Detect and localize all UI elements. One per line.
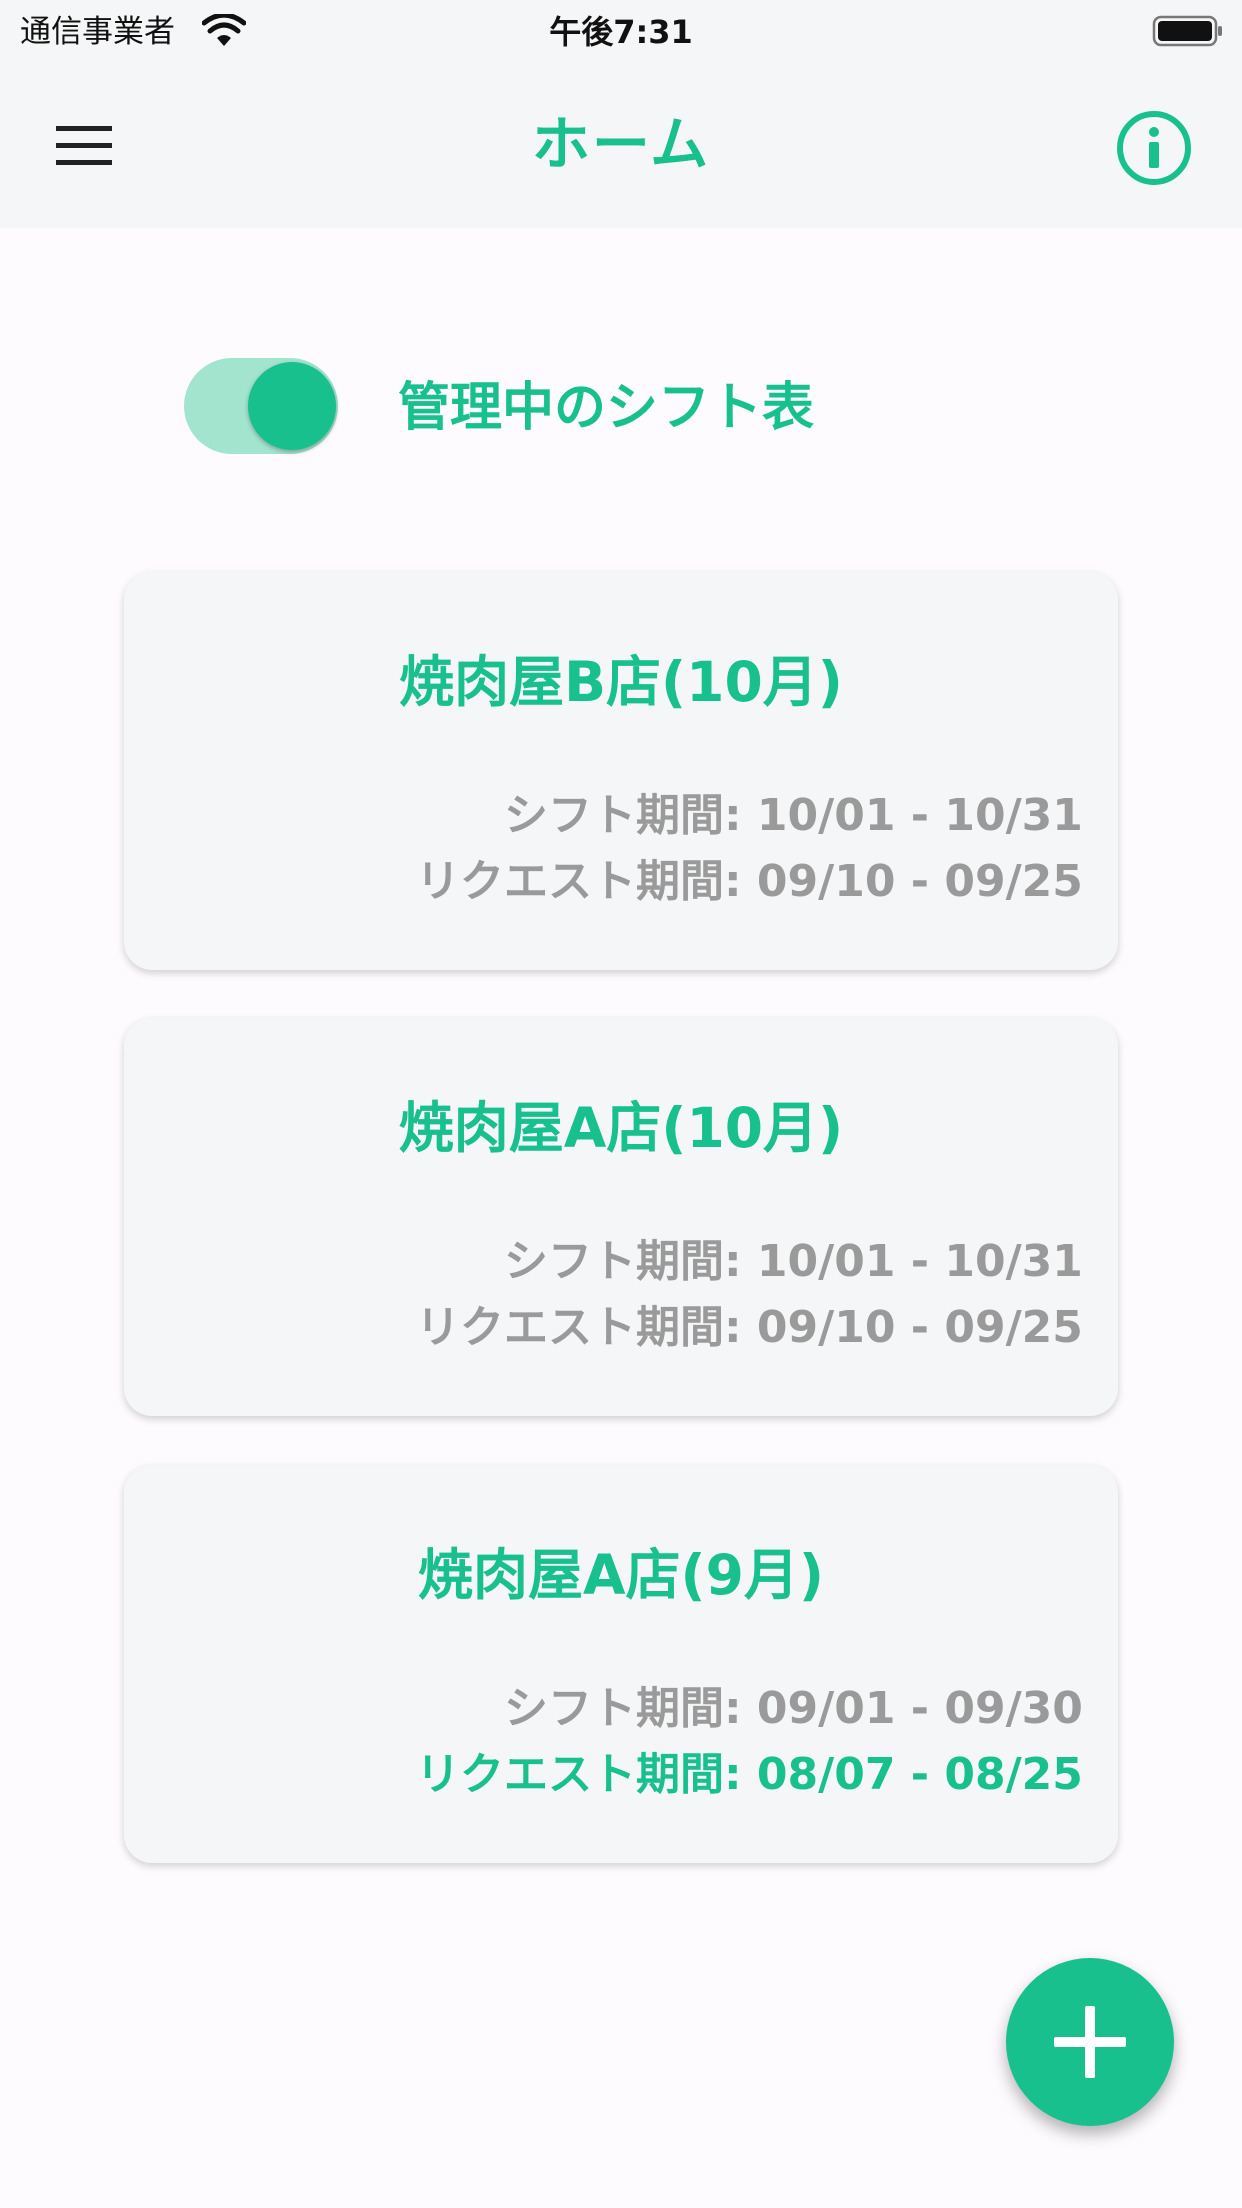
shift-period-row: シフト期間 : 10/01 - 10/31 <box>124 784 1118 848</box>
request-period-value: : 09/10 - 09/25 <box>724 856 1083 907</box>
toggle-thumb <box>248 362 336 450</box>
request-period-row: リクエスト期間 : 08/07 - 08/25 <box>124 1743 1118 1807</box>
request-period-label: リクエスト期間 <box>416 856 724 907</box>
shift-card[interactable]: 焼肉屋A店(9月) シフト期間 : 09/01 - 09/30 リクエスト期間 … <box>124 1465 1118 1863</box>
shift-period-value: : 10/01 - 10/31 <box>724 790 1083 841</box>
shift-period-value: : 10/01 - 10/31 <box>724 1236 1083 1287</box>
status-time: 午後7:31 <box>549 13 693 51</box>
toggle-label: 管理中のシフト表 <box>398 378 815 438</box>
battery-icon <box>1152 15 1222 47</box>
request-period-value: : 08/07 - 08/25 <box>724 1749 1083 1800</box>
status-bar: 通信事業者 午後7:31 <box>0 0 1242 64</box>
managed-shifts-toggle[interactable] <box>184 358 338 454</box>
shift-period-row: シフト期間 : 09/01 - 09/30 <box>124 1677 1118 1741</box>
shift-card[interactable]: 焼肉屋A店(10月) シフト期間 : 10/01 - 10/31 リクエスト期間… <box>124 1018 1118 1416</box>
add-shift-button[interactable] <box>1006 1958 1174 2126</box>
request-period-row: リクエスト期間 : 09/10 - 09/25 <box>124 850 1118 914</box>
shift-period-label: シフト期間 <box>504 790 724 841</box>
request-period-value: : 09/10 - 09/25 <box>724 1302 1083 1353</box>
request-period-label: リクエスト期間 <box>416 1302 724 1353</box>
info-icon[interactable] <box>1114 108 1194 188</box>
shift-period-label: シフト期間 <box>504 1683 724 1734</box>
shift-period-label: シフト期間 <box>504 1236 724 1287</box>
request-period-label: リクエスト期間 <box>416 1749 724 1800</box>
card-title: 焼肉屋A店(9月) <box>417 1543 825 1607</box>
request-period-row: リクエスト期間 : 09/10 - 09/25 <box>124 1296 1118 1360</box>
page-title: ホーム <box>531 110 711 178</box>
card-title: 焼肉屋A店(10月) <box>398 1096 844 1160</box>
card-title: 焼肉屋B店(10月) <box>399 650 843 714</box>
shift-period-row: シフト期間 : 10/01 - 10/31 <box>124 1230 1118 1294</box>
shift-card[interactable]: 焼肉屋B店(10月) シフト期間 : 10/01 - 10/31 リクエスト期間… <box>124 572 1118 970</box>
app-bar: ホーム <box>0 64 1242 228</box>
shift-period-value: : 09/01 - 09/30 <box>724 1683 1083 1734</box>
plus-icon <box>1054 2006 1126 2078</box>
